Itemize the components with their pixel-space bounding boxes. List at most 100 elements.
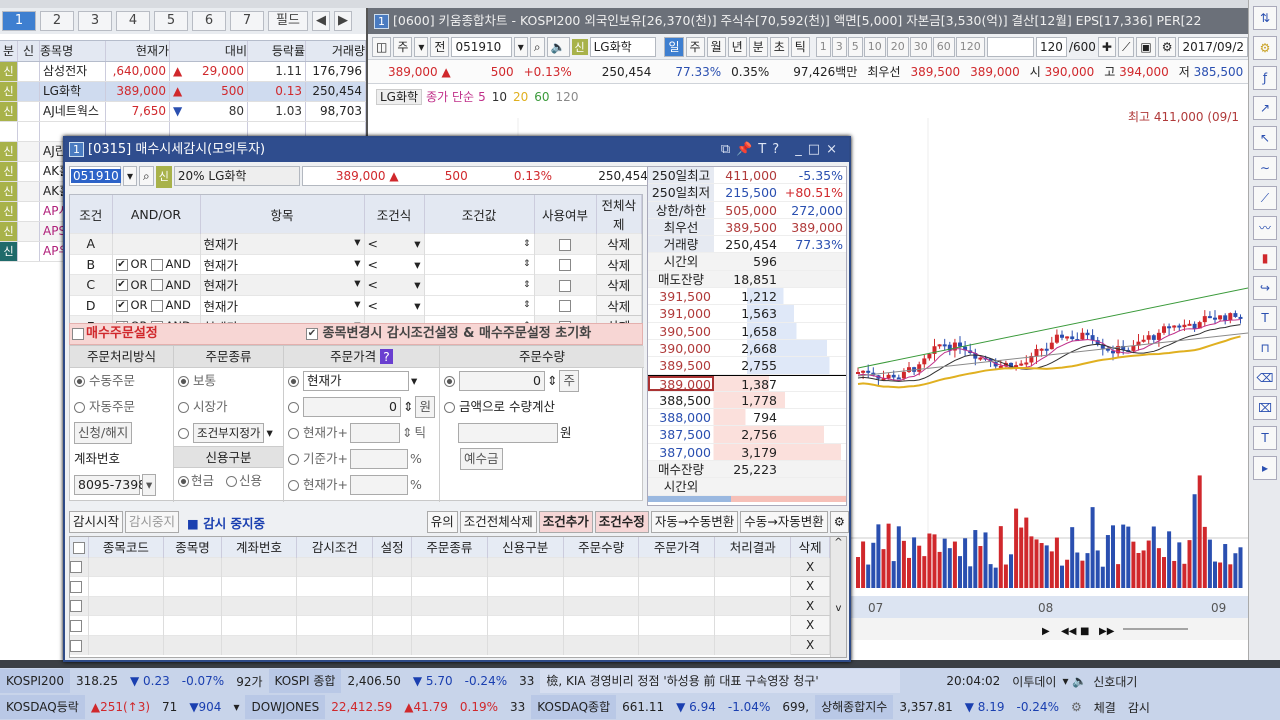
playback-control[interactable]: ▶: [1042, 626, 1050, 637]
delete-row-button[interactable]: X: [790, 634, 830, 655]
arrow-icon[interactable]: ↪: [1253, 276, 1277, 300]
and-checkbox[interactable]: [150, 299, 163, 312]
gear-icon[interactable]: ⚙: [1065, 700, 1088, 714]
operator-select[interactable]: <▾: [364, 294, 425, 316]
item-select[interactable]: 현재가 ▾: [200, 233, 365, 254]
tab-2[interactable]: 2: [40, 11, 74, 31]
interval-60[interactable]: 60: [932, 36, 955, 57]
curprice-pct-radio[interactable]: [288, 479, 299, 491]
table-row[interactable]: 신 LG화학 389,000 ▲ 500 0.13 250,454: [0, 82, 366, 102]
spinner-icon[interactable]: ⇕: [523, 280, 531, 290]
row-checkbox[interactable]: [70, 639, 82, 652]
chevron-down-icon[interactable]: ▾: [414, 236, 420, 251]
condition-value-input[interactable]: ⇕: [424, 294, 535, 316]
chevron-down-icon[interactable]: ▾: [354, 296, 360, 311]
use-checkbox[interactable]: [559, 300, 571, 313]
ask-row[interactable]: 391,000 1,563: [648, 305, 846, 323]
next-icon[interactable]: ▶: [334, 11, 352, 31]
list-row[interactable]: X: [70, 634, 846, 655]
period-6[interactable]: 틱: [790, 36, 810, 57]
delete-button[interactable]: 삭제: [595, 233, 642, 255]
price-input[interactable]: 0: [303, 397, 401, 417]
auto-radio[interactable]: 자동주문: [70, 394, 173, 420]
chevron-down-icon[interactable]: ▾: [354, 255, 360, 270]
apply-button[interactable]: 신청/해지: [74, 422, 133, 444]
wave-icon[interactable]: 〰: [1253, 216, 1277, 240]
delete-all-button[interactable]: 조건전체삭제: [459, 511, 537, 533]
spinner-icon[interactable]: ⇕: [523, 259, 531, 269]
bid-row[interactable]: 388,000 794: [648, 409, 846, 427]
row-checkbox[interactable]: [70, 600, 82, 613]
select-all-checkbox[interactable]: [72, 541, 85, 554]
row-checkbox[interactable]: [70, 561, 82, 574]
market-select[interactable]: 주: [393, 36, 413, 57]
bid-row[interactable]: 387,000 3,179: [648, 443, 846, 462]
or-checkbox[interactable]: ✔: [115, 258, 128, 271]
formula-icon[interactable]: ƒ: [1253, 66, 1277, 90]
conditional-radio[interactable]: 조건부지정가 ▾: [174, 420, 283, 446]
ticker-label[interactable]: 상해종합지수: [815, 695, 894, 719]
chevron-down-icon[interactable]: ▾: [414, 298, 420, 313]
qty-radio[interactable]: [444, 375, 455, 387]
delete-row-button[interactable]: X: [790, 595, 830, 616]
item-select[interactable]: 현재가 ▾: [200, 274, 365, 295]
chart-type-icon[interactable]: ◫: [372, 36, 392, 57]
interval-1[interactable]: 1: [815, 36, 831, 57]
dialog-title-bar[interactable]: 1 [0315] 매수시세감시(모의투자) ⧉📌T? _□×: [65, 138, 849, 162]
amount-radio[interactable]: [444, 401, 455, 413]
indicator-add-icon[interactable]: ✚: [1097, 36, 1116, 57]
credit-radio[interactable]: 신용: [225, 468, 262, 494]
item-select[interactable]: 현재가 ▾: [200, 294, 365, 316]
use-checkbox[interactable]: [559, 279, 571, 292]
field-button[interactable]: 필드: [268, 11, 308, 31]
tab-5[interactable]: 5: [154, 11, 188, 31]
help-icon[interactable]: ?: [380, 349, 393, 364]
add-condition-button[interactable]: 조건추가: [538, 511, 593, 533]
ask-row[interactable]: 389,500 2,755: [648, 357, 846, 375]
reset-checkbox[interactable]: ✔: [306, 327, 318, 340]
ticker-label[interactable]: KOSDAQ등락: [0, 695, 85, 719]
chevron-down-icon[interactable]: ▾: [266, 420, 272, 446]
delete-button[interactable]: 삭제: [595, 253, 642, 275]
candle-icon[interactable]: ▮: [1253, 246, 1277, 270]
fill-button[interactable]: 체결: [1088, 699, 1122, 716]
save-icon[interactable]: ▣: [1136, 36, 1156, 57]
playback-control[interactable]: ■: [1080, 626, 1089, 637]
tab-1[interactable]: 1: [2, 11, 36, 31]
playback-control[interactable]: ◀◀: [1061, 626, 1077, 637]
order-setting-checkbox[interactable]: [72, 327, 84, 340]
spinner-icon[interactable]: ⇕: [523, 239, 531, 249]
chevron-down-icon[interactable]: ▾: [513, 36, 528, 57]
period-1[interactable]: 주: [685, 36, 705, 57]
operator-select[interactable]: <▾: [364, 274, 425, 295]
cash-radio[interactable]: 현금: [178, 468, 214, 494]
cursor-icon[interactable]: ↖: [1253, 126, 1277, 150]
list-row[interactable]: X: [70, 556, 846, 577]
speaker-icon[interactable]: 🔈: [546, 36, 570, 57]
ticker-label[interactable]: KOSPI200: [0, 669, 70, 693]
period-5[interactable]: 초: [769, 36, 789, 57]
ticker-label[interactable]: KOSPI 종합: [268, 669, 342, 693]
amount-input[interactable]: [458, 423, 558, 443]
delete-button[interactable]: 삭제: [595, 294, 642, 316]
delete-row-button[interactable]: X: [790, 556, 830, 577]
gear-icon[interactable]: ⚙: [1157, 36, 1177, 57]
price-value-radio[interactable]: [288, 401, 299, 413]
delete-row-button[interactable]: X: [790, 576, 830, 597]
chevron-down-icon[interactable]: ▾: [123, 166, 138, 186]
bar-count-input[interactable]: 120: [1036, 36, 1067, 57]
normal-radio[interactable]: 보통: [174, 368, 283, 394]
gear-icon[interactable]: ⚙: [829, 511, 849, 533]
price-type-select[interactable]: 현재가: [303, 371, 409, 391]
edit-condition-button[interactable]: 조건수정: [594, 511, 649, 533]
stock-code-input[interactable]: 051910: [451, 36, 512, 57]
ask-row[interactable]: 391,500 1,212: [648, 288, 846, 306]
use-checkbox[interactable]: [559, 238, 571, 251]
item-select[interactable]: 현재가 ▾: [200, 253, 365, 275]
chevron-down-icon[interactable]: ▾: [142, 474, 157, 496]
and-checkbox[interactable]: [150, 279, 163, 292]
list-row[interactable]: X: [70, 595, 846, 616]
fibonacci-icon[interactable]: ⊓: [1253, 336, 1277, 360]
search-icon[interactable]: ⌕: [529, 36, 545, 57]
operator-select[interactable]: <▾: [364, 253, 425, 275]
